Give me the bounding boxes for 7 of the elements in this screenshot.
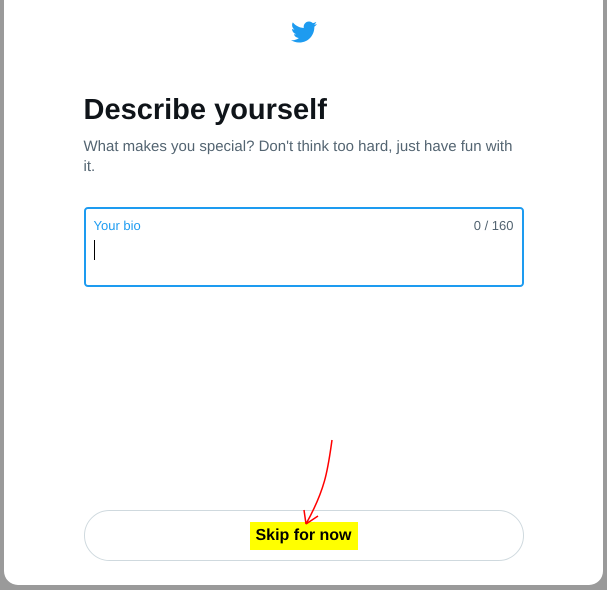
skip-button[interactable]: Skip for now [84,510,524,561]
subtitle: What makes you special? Don't think too hard, just have fun with it. [84,137,514,177]
bird-icon [288,19,318,45]
field-label: Your bio [94,218,141,234]
heading: Describe yourself [84,93,328,127]
bio-field[interactable]: Your bio 0 / 160 [84,207,524,287]
character-counter: 0 / 160 [474,218,514,234]
